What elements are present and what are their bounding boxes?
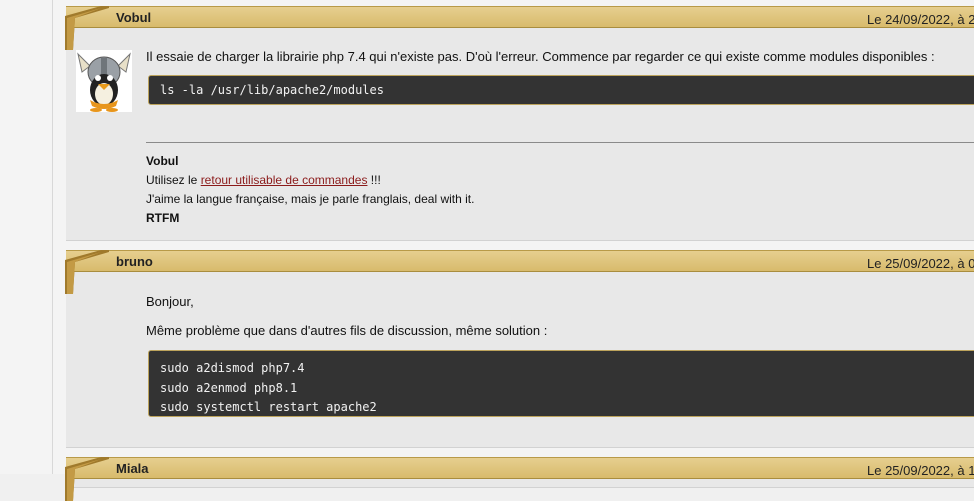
post-text: Même problème que dans d'autres fils de … [146, 323, 548, 338]
code-line: ls -la /usr/lib/apache2/modules [160, 83, 384, 97]
code-block[interactable]: sudo a2dismod php7.4 sudo a2enmod php8.1… [148, 350, 974, 417]
code-line: sudo a2dismod php7.4 [160, 361, 305, 375]
forum-thread: Vobul Le 24/09/2022, à 2 Il essaie de ch… [53, 0, 974, 501]
left-gutter [0, 0, 53, 474]
header-corner-decoration [65, 250, 109, 294]
post-miala: Miala Le 25/09/2022, à 1 [65, 457, 974, 501]
post-date[interactable]: Le 25/09/2022, à 0 [867, 256, 974, 271]
signature-line-3: RTFM [146, 211, 180, 225]
avatar [76, 50, 132, 112]
signature-text: Utilisez le [146, 173, 201, 187]
header-corner-decoration [65, 457, 109, 501]
post-date[interactable]: Le 25/09/2022, à 1 [867, 463, 974, 478]
post-author[interactable]: bruno [116, 254, 153, 269]
post-header: Miala Le 25/09/2022, à 1 [66, 457, 974, 479]
post-text: Il essaie de charger la librairie php 7.… [146, 49, 935, 64]
post-header: Vobul Le 24/09/2022, à 2 [66, 6, 974, 28]
code-line: sudo a2enmod php8.1 [160, 380, 298, 395]
post-date[interactable]: Le 24/09/2022, à 2 [867, 12, 974, 27]
post-bruno: bruno Le 25/09/2022, à 0 Bonjour, Même p… [65, 250, 974, 448]
post-text: Bonjour, [146, 294, 194, 309]
code-block[interactable]: ls -la /usr/lib/apache2/modules [148, 75, 974, 105]
header-corner-decoration [65, 6, 109, 50]
signature-name: Vobul [146, 154, 179, 168]
post-header: bruno Le 25/09/2022, à 0 [66, 250, 974, 272]
signature-divider [146, 142, 974, 143]
signature-link[interactable]: retour utilisable de commandes [201, 173, 368, 187]
code-line: sudo systemctl restart apache2 [160, 400, 377, 414]
post-author[interactable]: Vobul [116, 10, 151, 25]
signature-text: !!! [367, 173, 381, 187]
signature: Vobul Utilisez le retour utilisable de c… [146, 152, 474, 228]
post-vobul: Vobul Le 24/09/2022, à 2 Il essaie de ch… [65, 6, 974, 241]
signature-line-2: J'aime la langue française, mais je parl… [146, 192, 475, 206]
signature-line-1: Utilisez le retour utilisable de command… [146, 171, 474, 190]
